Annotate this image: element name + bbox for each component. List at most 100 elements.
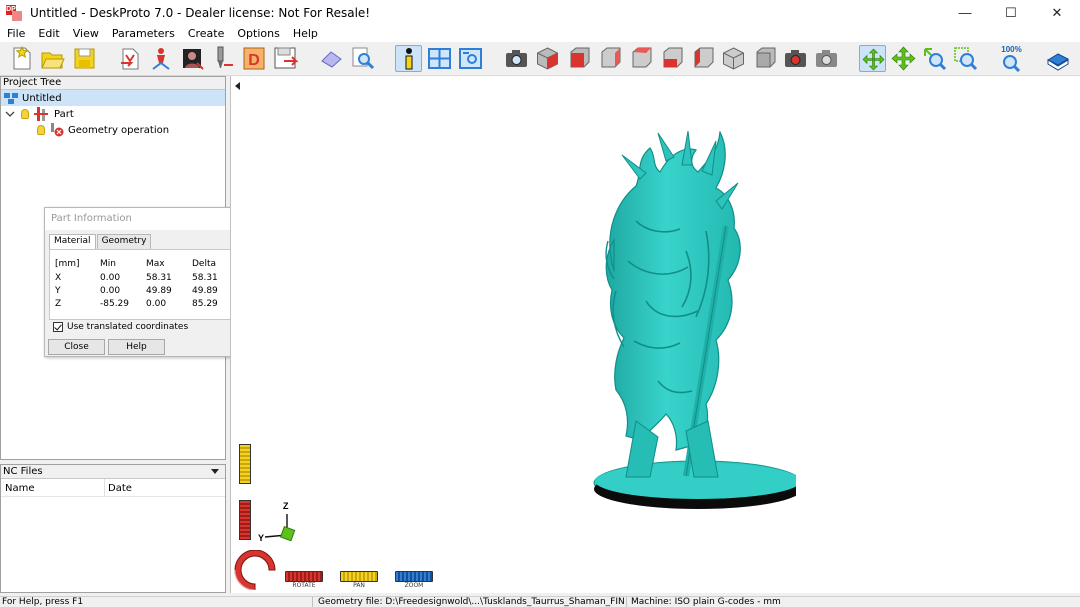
status-machine: Machine: ISO plain G-codes - mm [631,597,781,607]
translated-coordinates-option[interactable]: Use translated coordinates [53,322,188,332]
rotate-dial-icon[interactable] [233,550,277,590]
dialog-help-button[interactable]: Help [108,339,165,355]
zoom-window-button[interactable] [952,45,979,72]
rotate-mouse-function[interactable]: ROTATE [285,571,323,589]
menu-create[interactable]: Create [181,27,231,40]
tree-item-operation[interactable]: Geometry operation [37,122,169,138]
pan-arrows-icon [891,46,916,71]
zoom-100-label: 100% [1001,45,1022,54]
part-information-button[interactable] [395,45,422,72]
nc-files-columns: Name Date [1,479,225,497]
help-book-icon [1046,53,1070,71]
pan-sensitivity-slider[interactable] [239,444,251,484]
tree-item-part[interactable]: Part [5,106,74,122]
tree-item-part-label: Part [54,108,74,120]
menu-file[interactable]: File [0,27,31,40]
zoom-100-button[interactable]: 100% [998,45,1025,72]
screen-view-icon [459,48,482,69]
zoom-mouse-function[interactable]: ZOOM [395,571,433,589]
view-plain-button[interactable] [751,45,778,72]
simulation-button[interactable] [318,45,345,72]
rotate-sensitivity-slider[interactable] [239,500,251,540]
zoom-mode-button[interactable] [921,45,948,72]
zoom-100-icon [1003,55,1021,72]
eraser-icon [321,51,342,68]
view-left-button[interactable] [627,45,654,72]
save-project-button[interactable] [71,45,98,72]
magnify-document-icon [352,47,375,70]
project-tree-panel: Project Tree Untitled Part Geometry oper… [0,76,247,460]
open-folder-icon [41,52,65,69]
import-geometry-button[interactable] [117,45,144,72]
help-book-button[interactable] [1044,45,1071,72]
new-project-button[interactable] [8,45,35,72]
col-min: Min [100,259,116,269]
translated-coordinates-checkbox[interactable] [53,322,63,332]
part-figure-icon [34,107,48,121]
tree-item-project[interactable]: Untitled [1,90,225,106]
menu-bar: File Edit View Parameters Create Options… [0,25,1080,42]
inspect-button[interactable] [349,45,376,72]
bitmap-button[interactable] [179,45,206,72]
view-back-button[interactable] [596,45,623,72]
dialog-close-button[interactable]: Close [48,339,105,355]
cube-front-icon [570,47,590,68]
col-name[interactable]: Name [5,483,35,494]
view-front-button[interactable] [565,45,592,72]
cube-back-icon [601,47,621,68]
project-icon [4,93,18,104]
row-delta: 58.31 [192,273,218,283]
part-parameters-button[interactable] [148,45,175,72]
camera-red-icon [785,50,806,67]
dropdown-arrow-icon[interactable] [211,469,219,474]
camera-view-button[interactable] [503,45,530,72]
project-tree-header: Project Tree [1,77,225,90]
row-delta: 49.89 [192,286,218,296]
3d-viewport[interactable]: Z Y ROTATE PAN ZOOM [230,76,1080,593]
open-project-button[interactable] [39,45,66,72]
menu-parameters[interactable]: Parameters [105,27,181,40]
tab-material[interactable]: Material [49,234,96,249]
view-right-button[interactable] [658,45,685,72]
rotate-mode-button[interactable] [859,45,886,72]
rotate-function-bar [285,571,323,582]
chevron-down-icon[interactable] [5,110,15,118]
stl-model-figurine [593,131,796,509]
menu-help[interactable]: Help [286,27,324,40]
visibility-bulb-icon[interactable] [21,109,29,119]
pan-mode-button[interactable] [890,45,917,72]
minimize-button[interactable]: — [942,0,988,25]
figure-icon [152,48,170,70]
drawing-button[interactable]: D [241,45,268,72]
zoom-magnifier-icon [924,48,947,71]
status-bar: For Help, press F1 Geometry file: D:\Fre… [0,596,1080,607]
cube-right-icon [663,47,683,68]
tree-item-operation-label: Geometry operation [68,124,170,136]
view-window-button[interactable] [457,45,484,72]
maximize-button[interactable]: ☐ [988,0,1034,25]
pan-mouse-function[interactable]: PAN [340,571,378,589]
cube-left-icon [632,47,652,68]
col-date[interactable]: Date [108,483,132,494]
close-window-button[interactable]: ✕ [1034,0,1080,25]
column-divider[interactable] [104,479,105,497]
menu-view[interactable]: View [66,27,105,40]
nc-files-header[interactable]: NC Files [1,465,225,479]
collapse-panel-icon[interactable] [235,82,240,90]
view-bottom-button[interactable] [720,45,747,72]
visibility-bulb-icon[interactable] [37,125,45,135]
view-top-button[interactable] [689,45,716,72]
layout-button[interactable] [426,45,453,72]
window-title: Untitled - DeskProto 7.0 - Dealer licens… [30,5,371,20]
render-camera-gray-button[interactable] [813,45,840,72]
tool-button[interactable] [210,45,237,72]
render-camera-button[interactable] [782,45,809,72]
new-file-icon [13,45,31,70]
tab-geometry[interactable]: Geometry [96,234,152,249]
window-layout-icon [428,48,451,69]
save-nc-button[interactable] [272,45,299,72]
menu-options[interactable]: Options [230,27,285,40]
menu-edit[interactable]: Edit [31,27,65,40]
view-iso-button[interactable] [534,45,561,72]
row-delta: 85.29 [192,299,218,309]
